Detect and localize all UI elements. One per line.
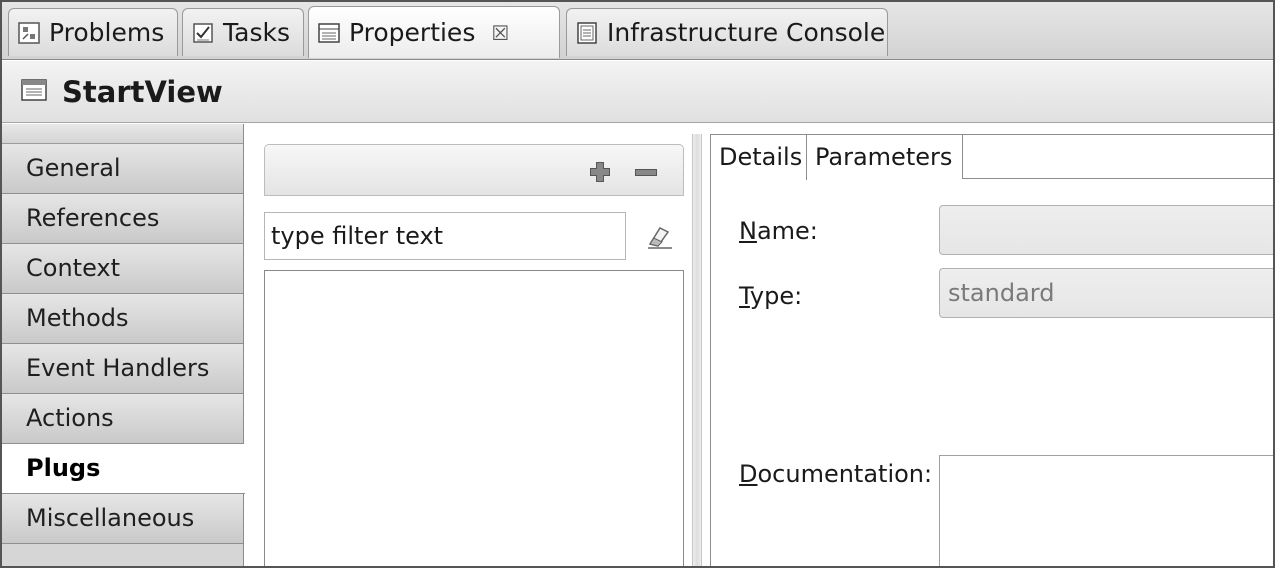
type-label: Type: (739, 282, 802, 310)
tab-infrastructure-console[interactable]: Infrastructure Console (566, 8, 888, 56)
minus-icon[interactable] (633, 159, 659, 185)
tab-label: Tasks (223, 18, 290, 47)
problems-icon (17, 21, 41, 45)
page-title: StartView (62, 74, 223, 109)
close-icon[interactable]: ☒ (491, 21, 509, 45)
nav-item-methods[interactable]: Methods (2, 294, 243, 344)
name-label-text: ame: (756, 217, 818, 245)
view-icon (20, 77, 48, 107)
type-label-text: ype: (749, 282, 803, 310)
type-label-mnemonic: T (739, 282, 750, 310)
documentation-field[interactable] (939, 455, 1273, 566)
tab-label: Properties (349, 18, 476, 47)
properties-icon (317, 21, 341, 45)
tab-label: Infrastructure Console (607, 18, 886, 47)
properties-header: StartView (2, 61, 1273, 123)
nav-item-plugs[interactable]: Plugs (2, 444, 245, 494)
tab-properties[interactable]: Properties ☒ (308, 6, 560, 58)
eraser-icon[interactable] (644, 224, 674, 250)
tab-tasks[interactable]: Tasks (182, 8, 304, 56)
sash-divider[interactable] (692, 134, 702, 566)
plus-icon[interactable] (587, 159, 613, 185)
details-panel: Details Parameters Name: Type: standard … (710, 134, 1273, 566)
documentation-label-text: ocumentation: (757, 460, 933, 488)
nav-item-references[interactable]: References (2, 194, 243, 244)
view-tab-bar: Problems Tasks Properties ☒ Infrastructu… (2, 2, 1273, 60)
nav-item-event-handlers[interactable]: Event Handlers (2, 344, 243, 394)
tab-problems[interactable]: Problems (8, 8, 178, 56)
name-label-mnemonic: N (739, 217, 757, 245)
tab-details[interactable]: Details (711, 135, 807, 180)
tab-label: Problems (49, 18, 165, 47)
list-toolbar (264, 144, 684, 196)
documentation-label: Documentation: (739, 460, 932, 488)
details-tabs: Details Parameters (711, 135, 1273, 180)
properties-view: Problems Tasks Properties ☒ Infrastructu… (0, 0, 1275, 568)
nav-item-miscellaneous[interactable]: Miscellaneous (2, 494, 243, 544)
property-sections: General References Context Methods Event… (2, 124, 245, 566)
documentation-label-mnemonic: D (739, 460, 758, 488)
plugs-list[interactable] (264, 270, 684, 566)
tasks-icon (191, 21, 215, 45)
nav-spacer (2, 124, 243, 144)
tab-parameters[interactable]: Parameters (807, 135, 963, 179)
nav-item-general[interactable]: General (2, 144, 243, 194)
nav-item-actions[interactable]: Actions (2, 394, 243, 444)
name-field[interactable] (939, 205, 1273, 255)
nav-item-context[interactable]: Context (2, 244, 243, 294)
name-label: Name: (739, 217, 818, 245)
type-field[interactable]: standard (939, 268, 1273, 318)
filter-input[interactable]: type filter text (264, 212, 626, 260)
console-icon (575, 21, 599, 45)
plugs-list-panel: type filter text (264, 144, 684, 566)
